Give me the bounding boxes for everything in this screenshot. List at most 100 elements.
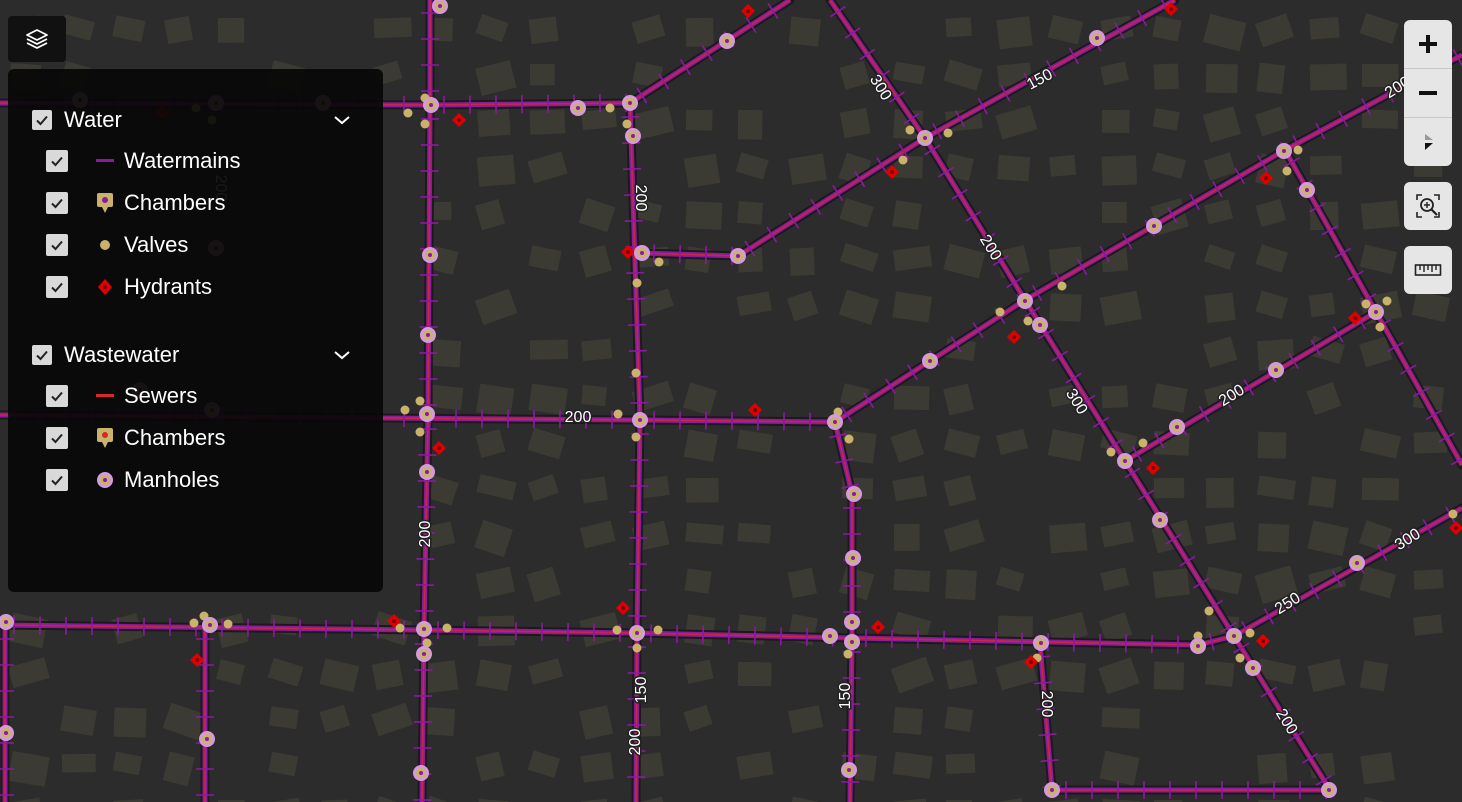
manhole-center [205, 737, 209, 741]
valve [843, 649, 853, 659]
building [1153, 477, 1185, 499]
building [217, 17, 245, 43]
building [1308, 292, 1336, 318]
building [373, 17, 412, 39]
building [1048, 522, 1088, 554]
check-icon [51, 240, 63, 251]
pipe-label: 150 [633, 677, 650, 704]
building [1309, 63, 1348, 91]
service-line [704, 245, 708, 265]
valve [844, 434, 854, 444]
measure-button[interactable] [1404, 246, 1452, 294]
manhole-center [1196, 644, 1200, 648]
legend-item-label: Sewers [124, 383, 198, 408]
building [685, 201, 723, 230]
building [737, 109, 763, 140]
legend-item-watermains[interactable]: Watermains [46, 144, 241, 178]
manhole-center [725, 39, 729, 43]
sewers-checkbox[interactable] [46, 385, 68, 407]
manhole-center [1158, 518, 1162, 522]
valve [1204, 606, 1214, 616]
zoom-in-button[interactable] [1404, 20, 1452, 69]
legend-item-manholes[interactable]: Manholes [46, 463, 219, 497]
legend-item-water-chambers[interactable]: Chambers [46, 186, 225, 220]
watermains-checkbox[interactable] [46, 150, 68, 172]
legend-item-hydrants[interactable]: Hydrants [46, 270, 212, 304]
building [1359, 660, 1389, 692]
legend-item-sewers[interactable]: Sewers [46, 379, 197, 413]
building [1413, 614, 1443, 636]
sewer-line-icon [96, 394, 114, 397]
building [1205, 477, 1235, 509]
service-line [678, 245, 682, 264]
valve [1245, 628, 1255, 638]
valve [612, 625, 622, 635]
building [1101, 109, 1130, 133]
hydrant-center [1012, 335, 1016, 339]
layers-toggle-button[interactable] [8, 16, 66, 62]
building [787, 567, 818, 599]
reset-bearing-button[interactable] [1404, 118, 1452, 166]
zoom-to-extent-button[interactable] [1404, 182, 1452, 230]
hydrants-checkbox[interactable] [46, 276, 68, 298]
valve [1361, 299, 1371, 309]
hydrant-center [1454, 526, 1458, 530]
building [113, 707, 147, 738]
building [788, 16, 821, 47]
building [580, 476, 608, 504]
building [789, 247, 815, 277]
building [945, 569, 977, 601]
building [1309, 155, 1342, 176]
building [581, 384, 607, 407]
legend-item-wastewater-chambers[interactable]: Chambers [46, 421, 225, 455]
wastewater-chambers-checkbox[interactable] [46, 427, 68, 449]
valves-checkbox[interactable] [46, 234, 68, 256]
service-line [630, 401, 649, 404]
manhole-center [1327, 788, 1331, 792]
legend-group-water[interactable]: Water [32, 104, 352, 136]
valve [400, 405, 410, 415]
valve [1138, 438, 1148, 448]
building [1153, 661, 1185, 691]
valve [654, 257, 664, 267]
manhole-center [1123, 459, 1127, 463]
manholes-checkbox[interactable] [46, 469, 68, 491]
valve [631, 432, 641, 442]
hydrant-center [890, 170, 894, 174]
legend-item-valves[interactable]: Valves [46, 228, 188, 262]
manhole-center [851, 556, 855, 560]
building [683, 153, 721, 188]
valve [1382, 296, 1392, 306]
manhole-center [628, 101, 632, 105]
building [1413, 569, 1444, 590]
manhole-center [923, 136, 927, 140]
hydrant-icon [98, 279, 112, 295]
building [893, 706, 924, 735]
service-line [624, 219, 643, 223]
valve-icon [100, 240, 110, 250]
water-group-checkbox[interactable] [32, 110, 52, 130]
zoom-out-button[interactable] [1404, 69, 1452, 118]
building [1360, 752, 1395, 785]
building [268, 706, 299, 730]
hydrant-center [746, 9, 750, 13]
valve [653, 625, 663, 635]
building [893, 568, 931, 593]
service-line [626, 271, 645, 274]
legend-group-wastewater[interactable]: Wastewater [32, 339, 352, 371]
manhole-center [429, 103, 433, 107]
building [685, 17, 714, 47]
manhole-center [1282, 149, 1286, 153]
building [892, 291, 933, 323]
building [371, 659, 404, 691]
water-chambers-checkbox[interactable] [46, 192, 68, 214]
pipe-label: 200 [1038, 691, 1055, 718]
chevron-down-icon[interactable] [332, 110, 352, 130]
chevron-down-icon[interactable] [332, 345, 352, 365]
building [1101, 707, 1141, 729]
manhole-center [631, 134, 635, 138]
wastewater-group-checkbox[interactable] [32, 345, 52, 365]
hydrant-center [626, 250, 630, 254]
building [477, 108, 511, 137]
manhole-center [1152, 224, 1156, 228]
